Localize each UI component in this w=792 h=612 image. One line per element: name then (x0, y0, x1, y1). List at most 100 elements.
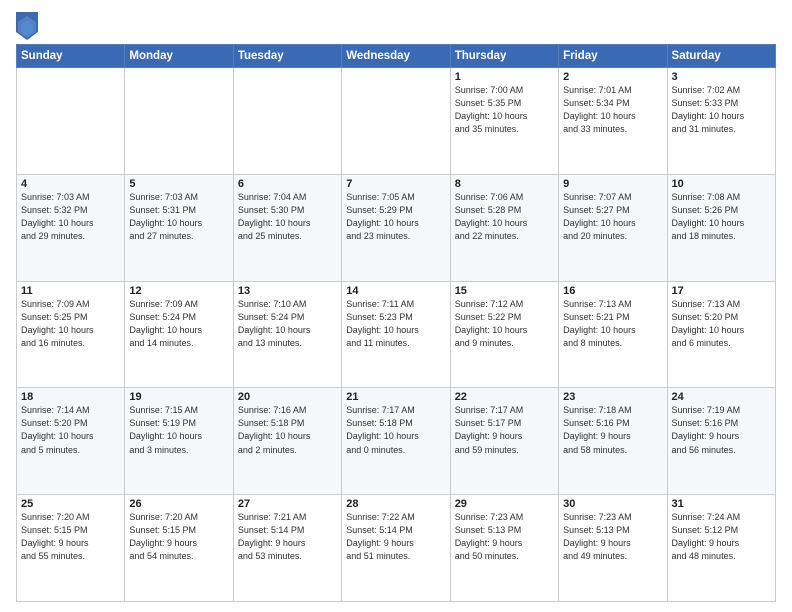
day-number: 21 (346, 391, 445, 403)
calendar-cell-3-2: 12Sunrise: 7:09 AMSunset: 5:24 PMDayligh… (125, 281, 233, 388)
calendar-cell-2-3: 6Sunrise: 7:04 AMSunset: 5:30 PMDaylight… (233, 174, 341, 281)
calendar-cell-1-3 (233, 68, 341, 175)
calendar-cell-1-4 (342, 68, 450, 175)
day-info: Sunrise: 7:16 AMSunset: 5:18 PMDaylight:… (238, 404, 337, 456)
calendar-cell-1-2 (125, 68, 233, 175)
day-number: 15 (455, 285, 554, 297)
day-number: 25 (21, 498, 120, 510)
day-info: Sunrise: 7:20 AMSunset: 5:15 PMDaylight:… (129, 511, 228, 563)
day-number: 9 (563, 178, 662, 190)
day-number: 27 (238, 498, 337, 510)
day-number: 30 (563, 498, 662, 510)
day-number: 8 (455, 178, 554, 190)
logo-icon (16, 12, 38, 40)
day-number: 31 (672, 498, 771, 510)
calendar-header-monday: Monday (125, 45, 233, 68)
calendar-header-saturday: Saturday (667, 45, 775, 68)
calendar-cell-1-7: 3Sunrise: 7:02 AMSunset: 5:33 PMDaylight… (667, 68, 775, 175)
day-info: Sunrise: 7:14 AMSunset: 5:20 PMDaylight:… (21, 404, 120, 456)
day-info: Sunrise: 7:22 AMSunset: 5:14 PMDaylight:… (346, 511, 445, 563)
day-info: Sunrise: 7:00 AMSunset: 5:35 PMDaylight:… (455, 84, 554, 136)
day-info: Sunrise: 7:19 AMSunset: 5:16 PMDaylight:… (672, 404, 771, 456)
day-number: 5 (129, 178, 228, 190)
day-number: 14 (346, 285, 445, 297)
day-info: Sunrise: 7:23 AMSunset: 5:13 PMDaylight:… (455, 511, 554, 563)
calendar-header-sunday: Sunday (17, 45, 125, 68)
day-info: Sunrise: 7:02 AMSunset: 5:33 PMDaylight:… (672, 84, 771, 136)
calendar-cell-4-5: 22Sunrise: 7:17 AMSunset: 5:17 PMDayligh… (450, 388, 558, 495)
day-info: Sunrise: 7:03 AMSunset: 5:31 PMDaylight:… (129, 191, 228, 243)
day-number: 2 (563, 71, 662, 83)
day-info: Sunrise: 7:03 AMSunset: 5:32 PMDaylight:… (21, 191, 120, 243)
calendar-cell-3-6: 16Sunrise: 7:13 AMSunset: 5:21 PMDayligh… (559, 281, 667, 388)
day-info: Sunrise: 7:05 AMSunset: 5:29 PMDaylight:… (346, 191, 445, 243)
day-info: Sunrise: 7:09 AMSunset: 5:24 PMDaylight:… (129, 298, 228, 350)
calendar-week-3: 11Sunrise: 7:09 AMSunset: 5:25 PMDayligh… (17, 281, 776, 388)
logo (16, 12, 40, 40)
day-info: Sunrise: 7:15 AMSunset: 5:19 PMDaylight:… (129, 404, 228, 456)
calendar-header-thursday: Thursday (450, 45, 558, 68)
day-number: 3 (672, 71, 771, 83)
day-info: Sunrise: 7:23 AMSunset: 5:13 PMDaylight:… (563, 511, 662, 563)
day-number: 11 (21, 285, 120, 297)
calendar-header-tuesday: Tuesday (233, 45, 341, 68)
day-info: Sunrise: 7:09 AMSunset: 5:25 PMDaylight:… (21, 298, 120, 350)
day-info: Sunrise: 7:10 AMSunset: 5:24 PMDaylight:… (238, 298, 337, 350)
day-number: 10 (672, 178, 771, 190)
calendar-cell-4-2: 19Sunrise: 7:15 AMSunset: 5:19 PMDayligh… (125, 388, 233, 495)
calendar-cell-5-3: 27Sunrise: 7:21 AMSunset: 5:14 PMDayligh… (233, 495, 341, 602)
day-number: 17 (672, 285, 771, 297)
day-number: 18 (21, 391, 120, 403)
calendar-header-friday: Friday (559, 45, 667, 68)
calendar-cell-2-6: 9Sunrise: 7:07 AMSunset: 5:27 PMDaylight… (559, 174, 667, 281)
page: SundayMondayTuesdayWednesdayThursdayFrid… (0, 0, 792, 612)
calendar-cell-1-6: 2Sunrise: 7:01 AMSunset: 5:34 PMDaylight… (559, 68, 667, 175)
calendar-cell-4-1: 18Sunrise: 7:14 AMSunset: 5:20 PMDayligh… (17, 388, 125, 495)
calendar-cell-3-7: 17Sunrise: 7:13 AMSunset: 5:20 PMDayligh… (667, 281, 775, 388)
day-info: Sunrise: 7:18 AMSunset: 5:16 PMDaylight:… (563, 404, 662, 456)
calendar-cell-4-4: 21Sunrise: 7:17 AMSunset: 5:18 PMDayligh… (342, 388, 450, 495)
header (16, 10, 776, 40)
day-number: 28 (346, 498, 445, 510)
day-info: Sunrise: 7:11 AMSunset: 5:23 PMDaylight:… (346, 298, 445, 350)
day-info: Sunrise: 7:08 AMSunset: 5:26 PMDaylight:… (672, 191, 771, 243)
day-number: 24 (672, 391, 771, 403)
day-info: Sunrise: 7:07 AMSunset: 5:27 PMDaylight:… (563, 191, 662, 243)
day-number: 4 (21, 178, 120, 190)
calendar-cell-5-6: 30Sunrise: 7:23 AMSunset: 5:13 PMDayligh… (559, 495, 667, 602)
day-info: Sunrise: 7:13 AMSunset: 5:21 PMDaylight:… (563, 298, 662, 350)
day-info: Sunrise: 7:17 AMSunset: 5:17 PMDaylight:… (455, 404, 554, 456)
day-number: 12 (129, 285, 228, 297)
calendar-cell-2-4: 7Sunrise: 7:05 AMSunset: 5:29 PMDaylight… (342, 174, 450, 281)
calendar-table: SundayMondayTuesdayWednesdayThursdayFrid… (16, 44, 776, 602)
calendar-week-1: 1Sunrise: 7:00 AMSunset: 5:35 PMDaylight… (17, 68, 776, 175)
day-number: 13 (238, 285, 337, 297)
day-info: Sunrise: 7:21 AMSunset: 5:14 PMDaylight:… (238, 511, 337, 563)
calendar-cell-2-5: 8Sunrise: 7:06 AMSunset: 5:28 PMDaylight… (450, 174, 558, 281)
calendar-header-row: SundayMondayTuesdayWednesdayThursdayFrid… (17, 45, 776, 68)
calendar-cell-4-7: 24Sunrise: 7:19 AMSunset: 5:16 PMDayligh… (667, 388, 775, 495)
day-info: Sunrise: 7:06 AMSunset: 5:28 PMDaylight:… (455, 191, 554, 243)
calendar-cell-5-2: 26Sunrise: 7:20 AMSunset: 5:15 PMDayligh… (125, 495, 233, 602)
day-info: Sunrise: 7:20 AMSunset: 5:15 PMDaylight:… (21, 511, 120, 563)
calendar-header-wednesday: Wednesday (342, 45, 450, 68)
day-info: Sunrise: 7:13 AMSunset: 5:20 PMDaylight:… (672, 298, 771, 350)
day-number: 16 (563, 285, 662, 297)
calendar-cell-2-1: 4Sunrise: 7:03 AMSunset: 5:32 PMDaylight… (17, 174, 125, 281)
day-number: 23 (563, 391, 662, 403)
calendar-cell-3-3: 13Sunrise: 7:10 AMSunset: 5:24 PMDayligh… (233, 281, 341, 388)
day-number: 26 (129, 498, 228, 510)
day-number: 6 (238, 178, 337, 190)
day-info: Sunrise: 7:17 AMSunset: 5:18 PMDaylight:… (346, 404, 445, 456)
calendar-cell-2-2: 5Sunrise: 7:03 AMSunset: 5:31 PMDaylight… (125, 174, 233, 281)
calendar-week-2: 4Sunrise: 7:03 AMSunset: 5:32 PMDaylight… (17, 174, 776, 281)
day-number: 29 (455, 498, 554, 510)
calendar-week-5: 25Sunrise: 7:20 AMSunset: 5:15 PMDayligh… (17, 495, 776, 602)
day-number: 7 (346, 178, 445, 190)
calendar-cell-4-3: 20Sunrise: 7:16 AMSunset: 5:18 PMDayligh… (233, 388, 341, 495)
calendar-cell-3-1: 11Sunrise: 7:09 AMSunset: 5:25 PMDayligh… (17, 281, 125, 388)
day-number: 19 (129, 391, 228, 403)
calendar-cell-5-1: 25Sunrise: 7:20 AMSunset: 5:15 PMDayligh… (17, 495, 125, 602)
calendar-cell-1-1 (17, 68, 125, 175)
calendar-cell-4-6: 23Sunrise: 7:18 AMSunset: 5:16 PMDayligh… (559, 388, 667, 495)
